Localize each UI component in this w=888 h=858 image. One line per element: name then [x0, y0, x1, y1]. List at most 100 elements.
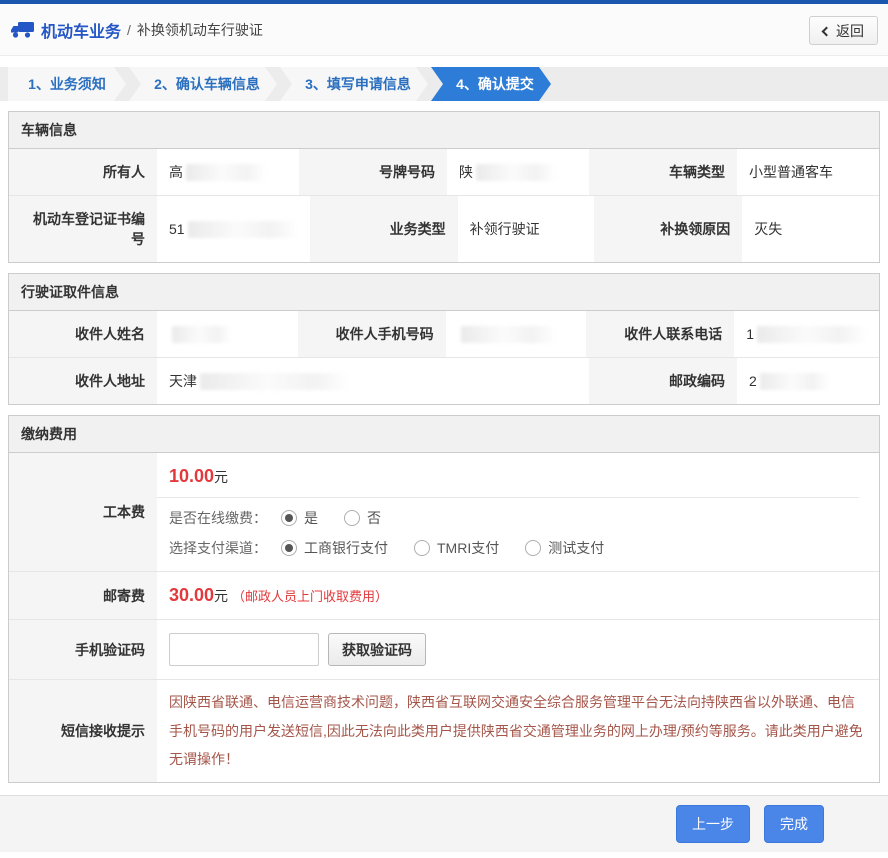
sms-code-row: 手机验证码 获取验证码: [9, 619, 879, 679]
vehicle-type-value-text: 小型普通客车: [749, 164, 833, 180]
sms-notice-label: 短信接收提示: [9, 679, 157, 783]
payment-channel-question: 选择支付渠道：: [169, 540, 267, 556]
step-label: 3、填写申请信息: [305, 76, 411, 92]
registration-cert-value: 51: [157, 195, 310, 262]
fees-title: 缴纳费用: [9, 416, 879, 453]
back-button[interactable]: 返回: [809, 16, 878, 45]
online-payment-option-line: 是否在线缴费： 是 否: [157, 498, 879, 528]
radio-option-icbc-label: 工商银行支付: [304, 540, 388, 556]
postage-fee-unit: 元: [214, 587, 229, 604]
postage-fee-label: 邮寄费: [9, 571, 157, 619]
recipient-address-label: 收件人地址: [9, 357, 157, 404]
production-fee-label: 工本费: [9, 453, 157, 571]
vehicle-info-row-2: 机动车登记证书编号 51 业务类型 补领行驶证 补换领原因 灭失: [9, 195, 879, 262]
plate-number-label: 号牌号码: [299, 149, 447, 195]
postage-fee-amount: 30.00: [169, 585, 215, 605]
page-header: 机动车业务 / 补换领机动车行驶证 返回: [0, 4, 888, 56]
postal-code-label: 邮政编码: [589, 357, 737, 404]
replace-reason-value: 灭失: [742, 195, 879, 262]
radio-unselected-icon[interactable]: [414, 540, 430, 556]
vehicle-type-label: 车辆类型: [589, 149, 737, 195]
delivery-info-row-2: 收件人地址 天津 邮政编码 2: [9, 357, 879, 404]
redaction-smudge: [759, 372, 830, 390]
redaction-smudge: [172, 325, 232, 343]
recipient-address-value-text: 天津: [169, 373, 197, 389]
radio-option-tmri-label: TMRI支付: [437, 540, 500, 556]
step-label: 4、确认提交: [456, 76, 534, 92]
production-fee-amount-line: 10.00元: [157, 453, 879, 497]
plate-number-value: 陕: [447, 149, 589, 195]
sms-code-value: 获取验证码: [157, 619, 879, 679]
step-label: 1、业务须知: [28, 76, 106, 92]
redaction-smudge: [757, 325, 867, 343]
redaction-smudge: [476, 163, 556, 181]
radio-selected-icon[interactable]: [281, 510, 297, 526]
recipient-address-value: 天津: [157, 357, 589, 404]
recipient-phone-label: 收件人联系电话: [586, 311, 735, 357]
radio-option-no-label: 否: [367, 510, 381, 526]
production-fee-amount: 10.00: [169, 466, 215, 486]
recipient-phone-value-text: 1: [746, 326, 754, 342]
step-1-business-notice[interactable]: 1、业务须知: [8, 67, 126, 101]
postage-fee-note: （邮政人员上门收取费用）: [232, 589, 389, 604]
step-4-confirm-submit[interactable]: 4、确认提交: [431, 67, 551, 101]
finish-button[interactable]: 完成: [764, 805, 824, 844]
step-3-fill-application[interactable]: 3、填写申请信息: [280, 67, 428, 101]
redaction-smudge: [187, 220, 298, 238]
vehicle-info-title: 车辆信息: [9, 112, 879, 149]
radio-unselected-icon[interactable]: [344, 510, 360, 526]
payment-channel-option-line: 选择支付渠道： 工商银行支付 TMRI支付 测试支付: [157, 528, 879, 571]
plate-number-value-text: 陕: [459, 164, 473, 180]
vehicle-info-row-1: 所有人 高 号牌号码 陕 车辆类型 小型普通客车: [9, 149, 879, 195]
owner-label: 所有人: [9, 149, 157, 195]
radio-unselected-icon[interactable]: [525, 540, 542, 556]
delivery-info-row-1: 收件人姓名 收件人手机号码 收件人联系电话 1: [9, 311, 879, 357]
business-type-label: 业务类型: [309, 195, 458, 262]
breadcrumb-separator: /: [127, 21, 131, 38]
page-title: 机动车业务: [41, 23, 122, 41]
sms-code-label: 手机验证码: [9, 619, 157, 679]
radio-selected-icon[interactable]: [281, 540, 297, 556]
recipient-mobile-label: 收件人手机号码: [297, 311, 446, 357]
registration-cert-value-text: 51: [169, 221, 185, 237]
chevron-left-icon: [821, 26, 832, 36]
redaction-smudge: [200, 372, 350, 390]
production-fee-value: 10.00元 是否在线缴费： 是 否 选择支付渠道： 工商银行支付 TMRI支付…: [157, 453, 879, 571]
radio-option-yes-label: 是: [304, 510, 318, 526]
step-2-confirm-vehicle-info[interactable]: 2、确认车辆信息: [129, 67, 277, 101]
recipient-name-value: [157, 311, 298, 357]
production-fee-unit: 元: [214, 469, 229, 485]
sms-code-input[interactable]: [169, 633, 319, 666]
radio-option-tmri-pay[interactable]: TMRI支付: [414, 538, 499, 558]
redaction-smudge: [460, 325, 556, 343]
radio-option-no[interactable]: 否: [344, 508, 381, 528]
step-label: 2、确认车辆信息: [154, 76, 260, 92]
production-fee-row: 工本费 10.00元 是否在线缴费： 是 否 选择支付渠道： 工商银行支付 TM…: [9, 453, 879, 571]
business-type-value-text: 补领行驶证: [469, 221, 540, 237]
replace-reason-label: 补换领原因: [594, 195, 743, 262]
step-wizard: 1、业务须知 2、确认车辆信息 3、填写申请信息 4、确认提交: [0, 67, 888, 101]
postage-fee-value: 30.00 元 （邮政人员上门收取费用）: [157, 571, 879, 619]
radio-option-icbc-pay[interactable]: 工商银行支付: [281, 538, 388, 558]
sms-notice-row: 短信接收提示 因陕西省联通、电信运营商技术问题，陕西省互联网交通安全综合服务管理…: [9, 679, 879, 783]
postage-fee-row: 邮寄费 30.00 元 （邮政人员上门收取费用）: [9, 571, 879, 619]
business-type-value: 补领行驶证: [457, 195, 595, 262]
breadcrumb-current: 补换领机动车行驶证: [136, 21, 263, 38]
online-payment-question: 是否在线缴费：: [169, 510, 267, 526]
owner-value-text: 高: [169, 164, 183, 180]
postal-code-value-text: 2: [749, 373, 757, 389]
registration-cert-label: 机动车登记证书编号: [9, 195, 157, 262]
replace-reason-value-text: 灭失: [754, 221, 783, 237]
radio-option-yes[interactable]: 是: [281, 508, 318, 528]
redaction-smudge: [186, 163, 266, 181]
get-code-button[interactable]: 获取验证码: [328, 633, 426, 666]
owner-value: 高: [157, 149, 299, 195]
back-button-label: 返回: [836, 22, 864, 39]
postal-code-value: 2: [737, 357, 879, 404]
delivery-info-title: 行驶证取件信息: [9, 274, 879, 311]
previous-step-button[interactable]: 上一步: [676, 805, 750, 844]
sms-notice-text: 因陕西省联通、电信运营商技术问题，陕西省互联网交通安全综合服务管理平台无法向持陕…: [157, 679, 879, 783]
radio-option-test-label: 测试支付: [548, 540, 605, 556]
radio-option-test-pay[interactable]: 测试支付: [525, 538, 604, 558]
recipient-name-label: 收件人姓名: [9, 311, 157, 357]
